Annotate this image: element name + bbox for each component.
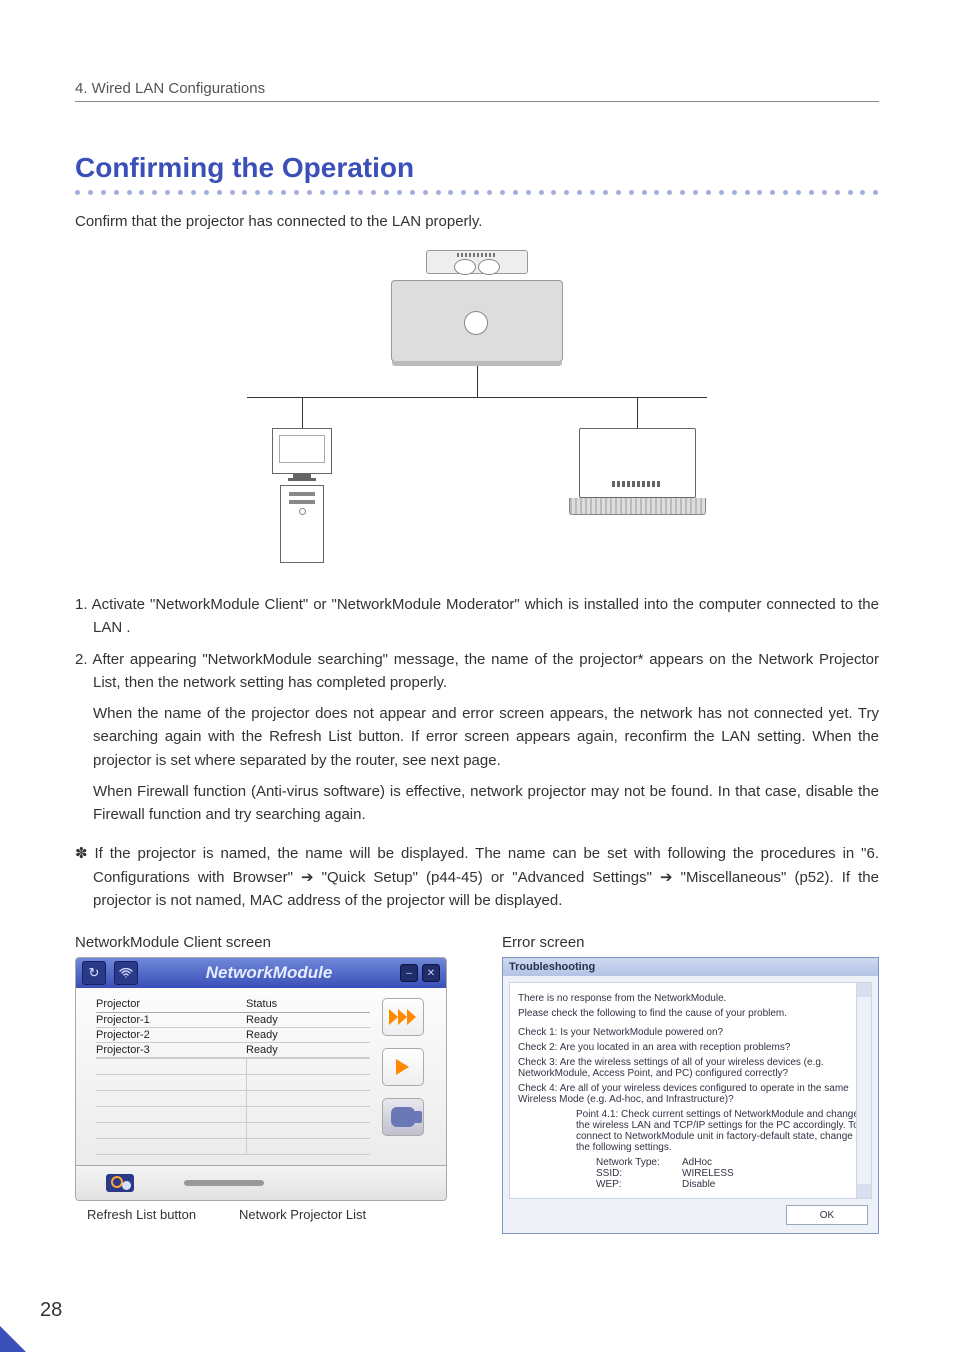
step-2-detail-2: When Firewall function (Anti-virus softw… (75, 780, 879, 827)
scrollbar[interactable] (184, 1180, 264, 1186)
step-2-lead: 2. After appearing "NetworkModule search… (75, 648, 879, 695)
page-header: 4. Wired LAN Configurations (75, 80, 879, 102)
networkmodule-window: ↻ NetworkModule – ✕ Projector (75, 957, 447, 1201)
caption-refresh: Refresh List button (87, 1207, 217, 1222)
page-number: 28 (40, 1299, 62, 1322)
error-screenshot-label: Error screen (502, 934, 879, 951)
error-check-3: Check 3: Are the wireless settings of al… (518, 1057, 859, 1079)
error-window: Troubleshooting There is no response fro… (502, 957, 879, 1234)
play-fast-icon[interactable] (382, 998, 424, 1036)
list-item[interactable]: Projector-2 Ready (96, 1028, 370, 1043)
section-title: Confirming the Operation (75, 152, 879, 184)
error-title: Troubleshooting (503, 958, 878, 976)
error-kv: SSID:WIRELESS (518, 1168, 859, 1179)
error-kv: Network Type:AdHoc (518, 1157, 859, 1168)
scrollbar[interactable] (856, 983, 871, 1198)
close-icon[interactable]: ✕ (422, 964, 440, 982)
error-check-2: Check 2: Are you located in an area with… (518, 1042, 859, 1053)
refresh-list-icon[interactable] (106, 1174, 134, 1192)
refresh-icon[interactable]: ↻ (82, 961, 106, 985)
caption-list: Network Projector List (239, 1207, 366, 1222)
projector-list: Projector Status Projector-1 Ready Proje… (76, 988, 374, 1165)
column-status: Status (246, 998, 370, 1010)
list-item[interactable]: Projector-3 Ready (96, 1043, 370, 1058)
error-check-1: Check 1: Is your NetworkModule powered o… (518, 1027, 859, 1038)
minimize-icon[interactable]: – (400, 964, 418, 982)
network-diagram (247, 250, 707, 563)
intro-text: Confirm that the projector has connected… (75, 213, 879, 230)
error-kv: WEP:Disable (518, 1179, 859, 1190)
laptop-illustration (567, 428, 707, 563)
client-screenshot-label: NetworkModule Client screen (75, 934, 447, 951)
window-title: NetworkModule (138, 963, 400, 983)
desktop-illustration (247, 428, 357, 563)
error-lead-2: Please check the following to find the c… (518, 1008, 859, 1019)
column-projector: Projector (96, 998, 246, 1010)
ok-button[interactable]: OK (786, 1205, 868, 1225)
footnote: ✽ If the projector is named, the name wi… (75, 842, 879, 912)
step-2-detail-1: When the name of the projector does not … (75, 702, 879, 772)
corner-decoration (0, 1326, 26, 1352)
error-check-4: Check 4: Are all of your wireless device… (518, 1083, 859, 1105)
error-point-41: Point 4.1: Check current settings of Net… (518, 1109, 859, 1153)
step-1: 1. Activate "NetworkModule Client" or "N… (75, 593, 879, 640)
list-item[interactable]: Projector-1 Ready (96, 1013, 370, 1028)
wifi-icon[interactable] (114, 961, 138, 985)
projector-illustration (247, 250, 707, 362)
camera-icon[interactable] (382, 1098, 424, 1136)
error-lead-1: There is no response from the NetworkMod… (518, 993, 859, 1004)
play-icon[interactable] (382, 1048, 424, 1086)
dotted-rule (75, 190, 879, 195)
